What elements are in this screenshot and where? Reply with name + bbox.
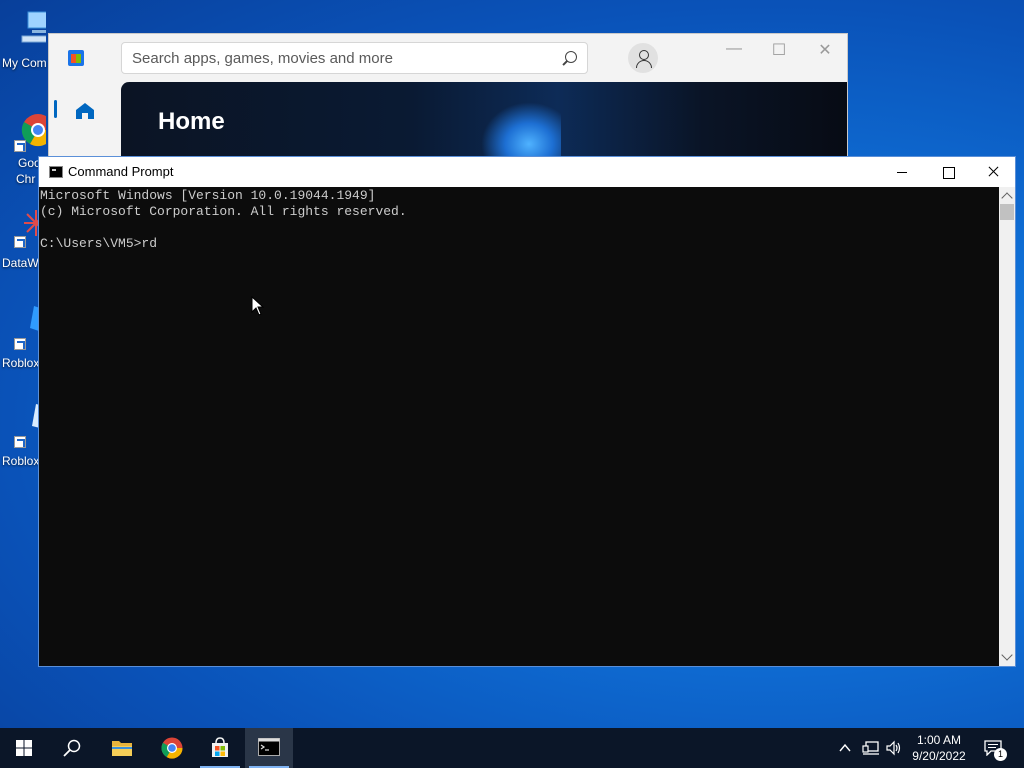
desktop-icon-label: My Com [2, 56, 47, 70]
taskbar-clock[interactable]: 1:00 AM 9/20/2022 [905, 732, 973, 764]
scrollbar-thumb[interactable] [1000, 204, 1014, 220]
microsoft-store-icon [212, 737, 228, 757]
console-prompt-line[interactable]: C:\Users\VM5>rd [40, 236, 999, 252]
volume-icon[interactable] [885, 740, 903, 756]
shortcut-arrow-icon [14, 338, 26, 350]
taskbar-command-prompt[interactable] [245, 728, 293, 768]
clock-date: 9/20/2022 [912, 749, 966, 763]
store-search-input[interactable]: Search apps, games, movies and more [121, 42, 588, 74]
maximize-button[interactable] [925, 157, 971, 187]
chrome-icon [161, 737, 183, 759]
search-icon [63, 739, 81, 757]
file-explorer-icon [112, 741, 132, 756]
scroll-down-icon[interactable] [1001, 649, 1013, 661]
desktop-icon-label: DataW [2, 256, 39, 270]
desktop-icon-label-line2: Chr [16, 172, 36, 186]
action-center-button[interactable]: 1 [978, 728, 1018, 768]
notification-count-badge: 1 [994, 748, 1007, 761]
command-prompt-icon [49, 166, 63, 178]
microsoft-store-window[interactable]: Search apps, games, movies and more — ☐ … [48, 33, 848, 173]
shortcut-arrow-icon [14, 236, 26, 248]
home-icon[interactable] [75, 102, 95, 120]
minimize-button[interactable] [879, 157, 925, 187]
window-title: Command Prompt [68, 164, 174, 179]
taskbar-file-explorer[interactable] [98, 728, 146, 768]
microsoft-store-icon [68, 50, 84, 66]
scroll-up-icon[interactable] [1001, 192, 1013, 204]
hero-artwork [481, 102, 561, 162]
network-icon[interactable] [862, 740, 880, 756]
close-button[interactable] [970, 157, 1016, 187]
nav-selection-indicator [54, 100, 57, 118]
mouse-cursor-icon [251, 296, 265, 316]
store-close-button[interactable]: ✕ [810, 40, 840, 60]
store-minimize-button[interactable]: — [719, 40, 749, 60]
command-prompt-icon [258, 738, 280, 756]
taskbar: 1:00 AM 9/20/2022 1 [0, 728, 1024, 768]
search-icon[interactable] [565, 51, 577, 63]
shortcut-arrow-icon [14, 436, 26, 448]
taskbar-microsoft-store[interactable] [196, 728, 244, 768]
chevron-up-icon[interactable] [838, 741, 852, 755]
start-icon [16, 740, 32, 756]
command-prompt-window[interactable]: Command Prompt Microsoft Windows [Versio… [38, 156, 1016, 667]
console-output[interactable]: Microsoft Windows [Version 10.0.19044.19… [39, 187, 1000, 666]
desktop-icon-label: Roblox [2, 454, 40, 468]
computer-icon [21, 11, 46, 43]
desktop-icon-label: Roblox [2, 356, 40, 370]
console-line: Microsoft Windows [Version 10.0.19044.19… [40, 188, 376, 203]
start-button[interactable] [0, 728, 48, 768]
desktop-icon-my-computer[interactable]: My Com [0, 10, 47, 90]
account-icon[interactable] [628, 43, 658, 73]
page-title: Home [158, 108, 225, 135]
cmd-titlebar[interactable]: Command Prompt [39, 157, 1015, 187]
vertical-scrollbar[interactable] [999, 187, 1015, 666]
store-maximize-button[interactable]: ☐ [764, 40, 794, 60]
taskbar-search-button[interactable] [48, 728, 96, 768]
console-line: (c) Microsoft Corporation. All rights re… [40, 204, 407, 219]
shortcut-arrow-icon [14, 140, 26, 152]
clock-time: 1:00 AM [916, 733, 962, 747]
taskbar-chrome[interactable] [148, 728, 196, 768]
store-search-placeholder: Search apps, games, movies and more [132, 50, 393, 67]
